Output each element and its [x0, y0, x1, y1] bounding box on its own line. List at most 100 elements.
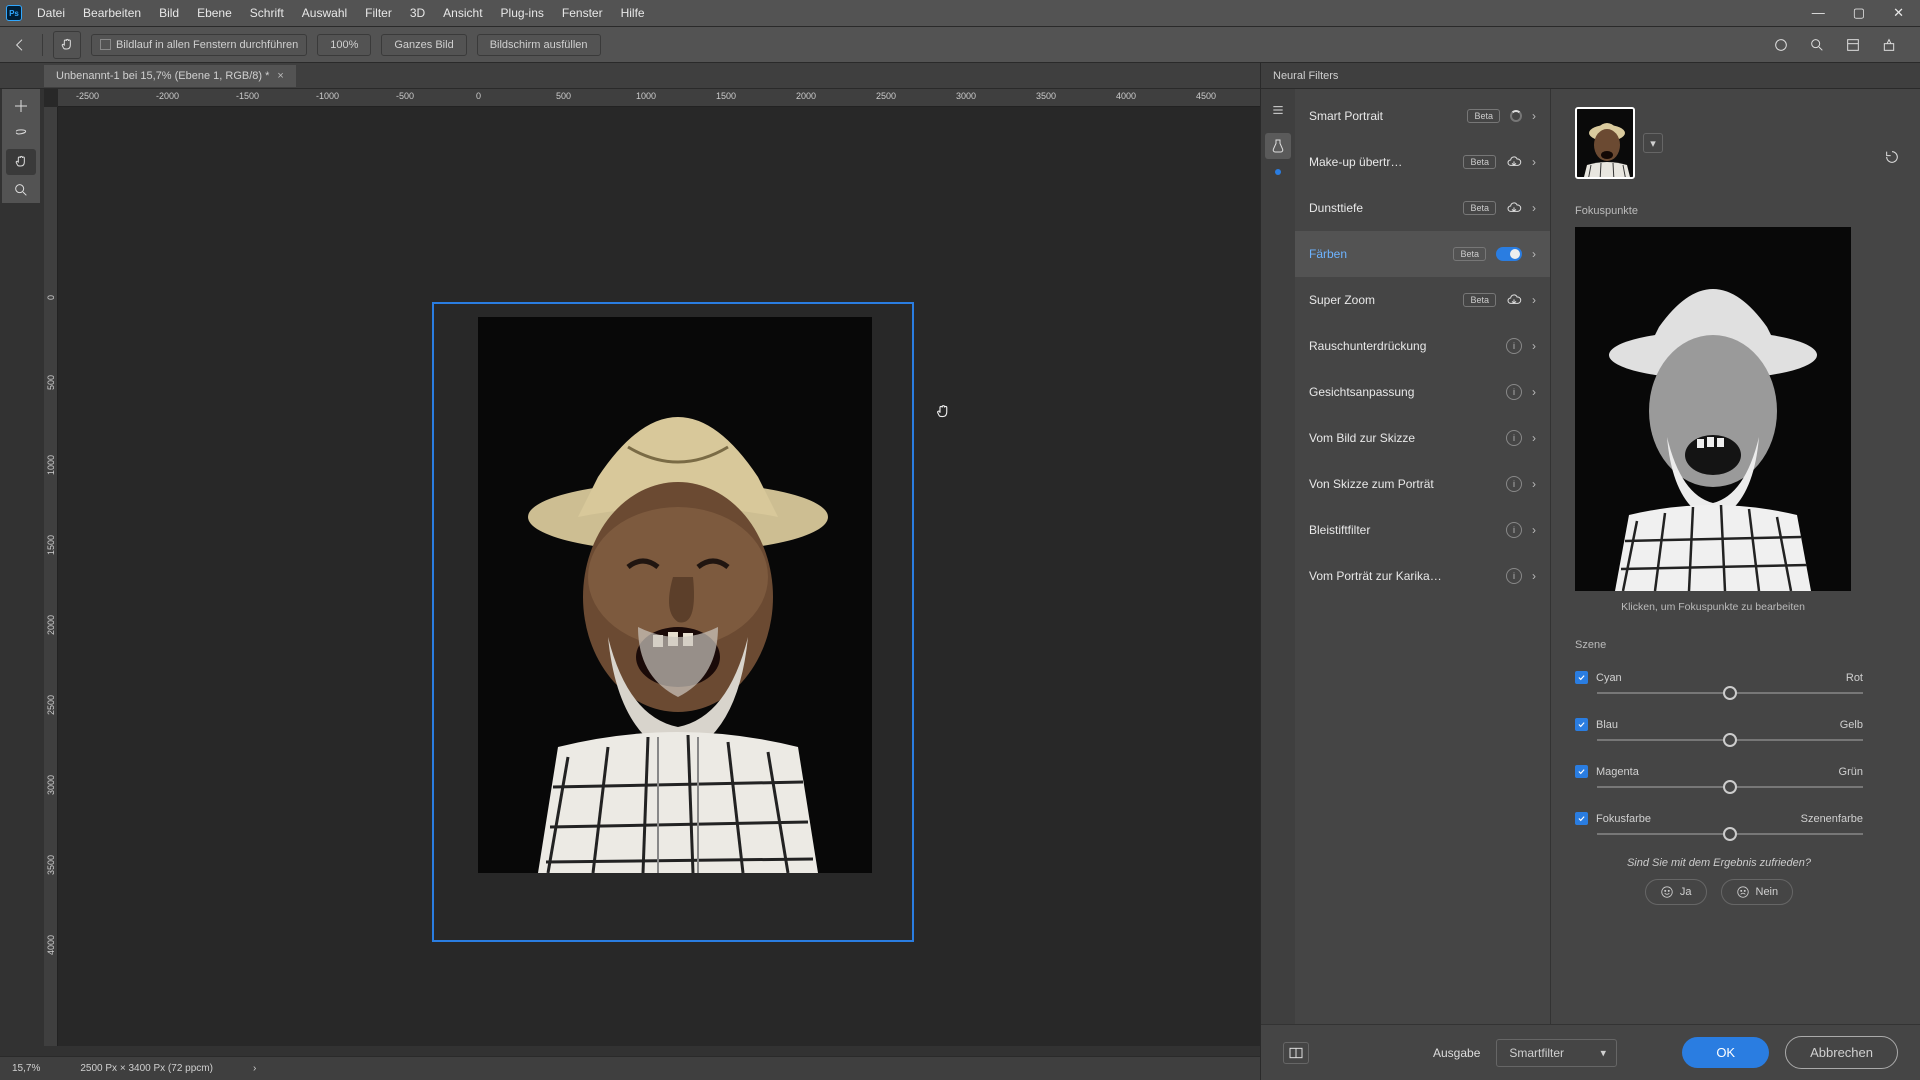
search-icon[interactable]	[1808, 36, 1826, 54]
filter-row-super-zoom[interactable]: Super ZoomBeta›	[1295, 277, 1550, 323]
window-maximize-icon[interactable]: ▢	[1853, 5, 1865, 21]
slider-checkbox[interactable]	[1575, 812, 1588, 825]
slider-track[interactable]	[1597, 786, 1863, 788]
slider-track[interactable]	[1597, 833, 1863, 835]
filter-row-smart-portrait[interactable]: Smart PortraitBeta›	[1295, 93, 1550, 139]
info-icon[interactable]: i	[1506, 384, 1522, 400]
all-filters-tab[interactable]	[1265, 97, 1291, 123]
info-icon[interactable]: i	[1506, 568, 1522, 584]
lasso-tool[interactable]	[6, 121, 36, 147]
slider-checkbox[interactable]	[1575, 765, 1588, 778]
share-icon[interactable]	[1880, 36, 1898, 54]
preview-toggle-icon[interactable]	[1283, 1042, 1309, 1064]
menu-3d[interactable]: 3D	[401, 6, 434, 20]
filter-row-dunsttiefe[interactable]: DunsttiefeBeta›	[1295, 185, 1550, 231]
zoom-tool[interactable]	[6, 177, 36, 203]
chevron-right-icon: ›	[1532, 201, 1536, 215]
reset-filter-icon[interactable]	[1882, 147, 1902, 167]
slider-thumb[interactable]	[1723, 827, 1737, 841]
filter-name: Dunsttiefe	[1309, 201, 1453, 215]
info-icon[interactable]: i	[1506, 522, 1522, 538]
chevron-right-icon: ›	[1532, 431, 1536, 445]
home-back-button[interactable]	[8, 33, 32, 57]
slider-thumb[interactable]	[1723, 686, 1737, 700]
ok-button[interactable]: OK	[1682, 1037, 1769, 1068]
filter-name: Bleistiftfilter	[1309, 523, 1496, 537]
menu-plugins[interactable]: Plug-ins	[492, 6, 553, 20]
chevron-right-icon: ›	[1532, 155, 1536, 169]
menu-bar: Ps Datei Bearbeiten Bild Ebene Schrift A…	[0, 0, 1920, 27]
ruler-horizontal[interactable]: -2500 -2000 -1500 -1000 -500 0 500 1000 …	[58, 89, 1260, 107]
slider-checkbox[interactable]	[1575, 718, 1588, 731]
menu-type[interactable]: Schrift	[241, 6, 293, 20]
fit-screen-button[interactable]: Ganzes Bild	[381, 34, 466, 56]
menu-layer[interactable]: Ebene	[188, 6, 241, 20]
menu-image[interactable]: Bild	[150, 6, 188, 20]
beta-filters-tab[interactable]	[1265, 133, 1291, 159]
zoom-100-button[interactable]: 100%	[317, 34, 371, 56]
slider-thumb[interactable]	[1723, 780, 1737, 794]
face-selector-thumbnail[interactable]	[1575, 107, 1635, 179]
filter-toggle[interactable]	[1496, 247, 1522, 261]
download-cloud-icon[interactable]	[1506, 154, 1522, 170]
loading-spinner-icon	[1510, 110, 1522, 122]
slider-track[interactable]	[1597, 692, 1863, 694]
status-bar: 15,7% 2500 Px × 3400 Px (72 ppcm) ›	[0, 1056, 1260, 1080]
filter-name: Gesichtsanpassung	[1309, 385, 1496, 399]
scroll-all-windows-checkbox[interactable]: Bildlauf in allen Fenstern durchführen	[91, 34, 307, 56]
workspace-icon[interactable]	[1844, 36, 1862, 54]
download-cloud-icon[interactable]	[1506, 200, 1522, 216]
filter-row-von-skizze-zum-portr-t[interactable]: Von Skizze zum Porträti›	[1295, 461, 1550, 507]
filter-row-bleistiftfilter[interactable]: Bleistiftfilteri›	[1295, 507, 1550, 553]
slider-left-label: Magenta	[1596, 766, 1639, 778]
cloud-docs-icon[interactable]	[1772, 36, 1790, 54]
hand-tool[interactable]	[6, 149, 36, 175]
info-icon[interactable]: i	[1506, 430, 1522, 446]
slider-checkbox[interactable]	[1575, 671, 1588, 684]
slider-thumb[interactable]	[1723, 733, 1737, 747]
filter-row-vom-bild-zur-skizze[interactable]: Vom Bild zur Skizzei›	[1295, 415, 1550, 461]
tool-indicator-hand-icon[interactable]	[53, 31, 81, 59]
info-icon[interactable]: i	[1506, 476, 1522, 492]
status-zoom[interactable]: 15,7%	[12, 1063, 40, 1074]
update-indicator-icon	[1275, 169, 1281, 175]
feedback-no-button[interactable]: Nein	[1721, 879, 1794, 905]
status-dimensions[interactable]: 2500 Px × 3400 Px (72 ppcm)	[80, 1063, 213, 1074]
slider-fokusfarbe: FokusfarbeSzenenfarbe	[1575, 812, 1863, 835]
filter-row-gesichtsanpassung[interactable]: Gesichtsanpassungi›	[1295, 369, 1550, 415]
status-arrow-icon[interactable]: ›	[253, 1063, 256, 1074]
fokuspunkte-label: Fokuspunkte	[1575, 205, 1896, 217]
slider-track[interactable]	[1597, 739, 1863, 741]
menu-window[interactable]: Fenster	[553, 6, 612, 20]
fill-screen-button[interactable]: Bildschirm ausfüllen	[477, 34, 601, 56]
download-cloud-icon[interactable]	[1506, 292, 1522, 308]
menu-file[interactable]: Datei	[28, 6, 74, 20]
document-tab[interactable]: Unbenannt-1 bei 15,7% (Ebene 1, RGB/8) *…	[44, 65, 296, 87]
chevron-right-icon: ›	[1532, 109, 1536, 123]
move-tool[interactable]	[6, 93, 36, 119]
tab-close-icon[interactable]: ×	[277, 70, 283, 82]
szene-label: Szene	[1575, 639, 1896, 651]
output-dropdown[interactable]: Smartfilter▾	[1496, 1039, 1617, 1067]
ruler-vertical[interactable]: 0 500 1000 1500 2000 2500 3000 3500 4000	[44, 107, 58, 1046]
feedback-yes-button[interactable]: Ja	[1645, 879, 1707, 905]
filter-row-vom-portr-t-zur-karika-[interactable]: Vom Porträt zur Karika…i›	[1295, 553, 1550, 599]
window-minimize-icon[interactable]: —	[1812, 5, 1825, 21]
menu-edit[interactable]: Bearbeiten	[74, 6, 150, 20]
chevron-right-icon: ›	[1532, 293, 1536, 307]
cancel-button[interactable]: Abbrechen	[1785, 1036, 1898, 1069]
face-selector-dropdown[interactable]: ▾	[1643, 133, 1663, 153]
slider-left-label: Fokusfarbe	[1596, 813, 1651, 825]
filter-row-make-up-bertr-[interactable]: Make-up übertr…Beta›	[1295, 139, 1550, 185]
menu-select[interactable]: Auswahl	[293, 6, 356, 20]
window-close-icon[interactable]: ✕	[1893, 5, 1904, 21]
canvas[interactable]	[58, 107, 1260, 1046]
menu-help[interactable]: Hilfe	[612, 6, 654, 20]
filter-row-rauschunterdr-ckung[interactable]: Rauschunterdrückungi›	[1295, 323, 1550, 369]
fokuspunkte-preview[interactable]	[1575, 227, 1851, 591]
document-image	[478, 317, 872, 873]
menu-filter[interactable]: Filter	[356, 6, 401, 20]
info-icon[interactable]: i	[1506, 338, 1522, 354]
filter-row-f-rben[interactable]: FärbenBeta›	[1295, 231, 1550, 277]
menu-view[interactable]: Ansicht	[434, 6, 491, 20]
